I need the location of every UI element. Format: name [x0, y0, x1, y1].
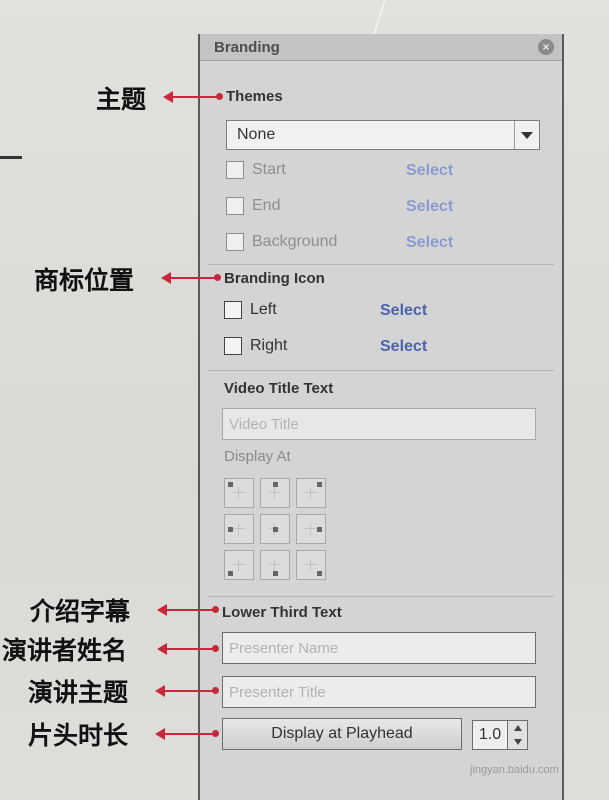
callout-presenter-title: 演讲主题 [28, 678, 129, 707]
themes-heading: Themes [226, 88, 283, 105]
callout-arrow [155, 728, 219, 740]
branding-right-label: Right [250, 337, 288, 354]
branding-panel: Branding × Themes None Start Select End … [198, 34, 564, 800]
branding-right-checkbox[interactable] [224, 337, 242, 355]
lower-third-heading: Lower Third Text [222, 604, 342, 621]
theme-background-row: Background Select [226, 233, 453, 251]
position-top-left[interactable] [224, 478, 254, 508]
panel-title: Branding [214, 38, 280, 56]
callout-arrow [157, 604, 219, 616]
themes-dropdown-value: None [237, 126, 276, 143]
video-title-heading: Video Title Text [224, 380, 334, 397]
position-bottom-left[interactable] [224, 550, 254, 580]
branding-right-select-link[interactable]: Select [380, 338, 427, 356]
position-top-right[interactable] [296, 478, 326, 508]
callout-lower-third: 介绍字幕 [30, 597, 131, 626]
branding-left-checkbox[interactable] [224, 301, 242, 319]
callout-arrow [161, 272, 221, 284]
theme-start-label: Start [252, 161, 286, 178]
theme-background-checkbox[interactable] [226, 233, 244, 251]
close-icon[interactable]: × [538, 39, 554, 55]
callout-duration: 片头时长 [28, 721, 129, 750]
divider [208, 596, 554, 597]
branding-left-select-link[interactable]: Select [380, 302, 427, 320]
position-middle-left[interactable] [224, 514, 254, 544]
watermark: jingyan.baidu.com [470, 764, 559, 776]
callout-arrow [163, 91, 223, 103]
chevron-down-icon[interactable] [514, 121, 539, 149]
display-at-playhead-button[interactable]: Display at Playhead [222, 718, 462, 750]
increment-icon[interactable] [513, 725, 522, 731]
theme-start-select-link[interactable]: Select [406, 162, 453, 180]
theme-background-select-link[interactable]: Select [406, 234, 453, 252]
callout-arrow [155, 685, 219, 697]
background-rule [0, 156, 22, 159]
theme-background-label: Background [252, 233, 338, 250]
themes-dropdown[interactable]: None [226, 120, 540, 150]
presenter-name-input[interactable] [222, 632, 536, 664]
decrement-icon[interactable] [513, 739, 522, 745]
position-middle-center[interactable] [260, 514, 290, 544]
position-middle-right[interactable] [296, 514, 326, 544]
theme-end-row: End Select [226, 197, 453, 215]
branding-icon-heading: Branding Icon [224, 270, 325, 287]
panel-titlebar: Branding × [200, 34, 562, 61]
branding-left-row: Left Select [224, 301, 427, 319]
callout-presenter-name: 演讲者姓名 [2, 636, 128, 665]
duration-value[interactable]: 1.0 [472, 720, 508, 750]
theme-start-checkbox[interactable] [226, 161, 244, 179]
position-bottom-right[interactable] [296, 550, 326, 580]
position-bottom-center[interactable] [260, 550, 290, 580]
presenter-title-input[interactable] [222, 676, 536, 708]
theme-end-label: End [252, 197, 281, 214]
branding-left-label: Left [250, 301, 277, 318]
display-at-label: Display At [224, 448, 291, 465]
callout-themes: 主题 [96, 85, 147, 114]
stepper-arrows[interactable] [508, 720, 528, 750]
duration-stepper[interactable]: 1.0 [472, 720, 532, 750]
divider [208, 264, 554, 265]
callout-branding-icon: 商标位置 [34, 266, 135, 295]
branding-right-row: Right Select [224, 337, 427, 355]
theme-start-row: Start Select [226, 161, 453, 179]
theme-end-checkbox[interactable] [226, 197, 244, 215]
position-grid [224, 478, 326, 580]
divider [208, 370, 554, 371]
theme-end-select-link[interactable]: Select [406, 198, 453, 216]
video-title-input[interactable] [222, 408, 536, 440]
callout-arrow [157, 643, 219, 655]
position-top-center[interactable] [260, 478, 290, 508]
